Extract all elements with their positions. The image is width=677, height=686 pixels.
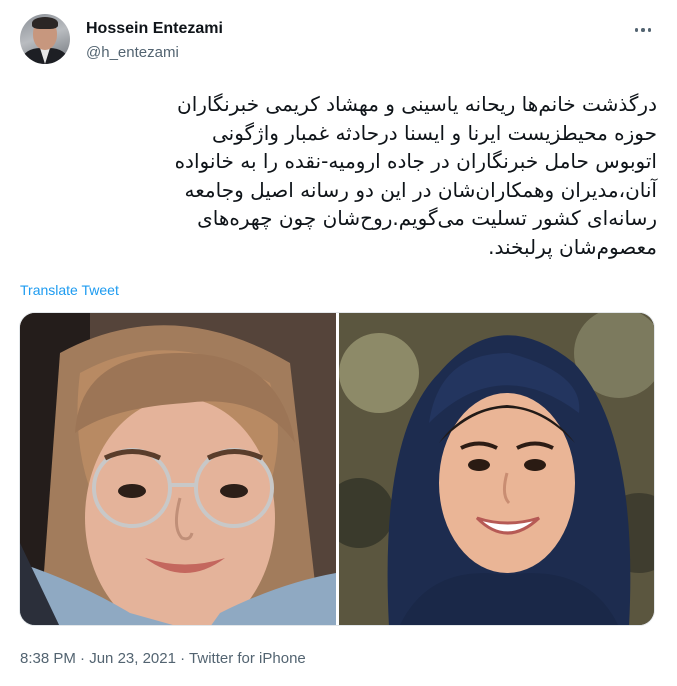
avatar[interactable]: [20, 14, 70, 64]
more-dot: [641, 28, 645, 32]
tweet-time[interactable]: 8:38 PM: [20, 650, 76, 667]
tweet-text: درگذشت خانم‌ها ریحانه یاسینی و مهشاد کری…: [20, 90, 657, 261]
tweet-date[interactable]: Jun 23, 2021: [89, 650, 176, 667]
tweet-source[interactable]: Twitter for iPhone: [189, 650, 306, 667]
tweet-text-line: حوزه محیطزیست ایرنا و ایسنا درحادثه غمبا…: [211, 120, 657, 145]
author-name[interactable]: Hossein Entezami: [86, 20, 223, 38]
separator-dot: ·: [75, 650, 90, 667]
tweet-text-line: درگذشت خانم‌ها ریحانه یاسینی و مهشاد کری…: [177, 92, 657, 116]
photo-right[interactable]: [339, 313, 654, 625]
portrait-right-illustration: [339, 313, 654, 625]
author-handle[interactable]: @h_entezami: [86, 44, 179, 61]
more-dot: [647, 28, 652, 32]
tweet: Hossein Entezami @h_entezami درگذشت خانم…: [0, 0, 677, 686]
portrait-left-illustration: [20, 313, 336, 625]
tweet-text-line: آنان،مدیران وهمکاران‌شان در این دو رسانه…: [184, 177, 657, 202]
translate-tweet-link[interactable]: Translate Tweet: [20, 282, 119, 298]
separator-dot: ·: [175, 650, 190, 667]
tweet-text-line: اتوبوس حامل خبرنگاران در جاده ارومیه-نقد…: [174, 149, 657, 173]
tweet-meta: 8:38 PM · Jun 23, 2021 · Twitter for iPh…: [20, 650, 306, 667]
more-options-icon[interactable]: [631, 20, 655, 40]
tweet-text-line: معصوم‌شان پرلبخند.: [488, 234, 657, 259]
avatar-hair: [32, 17, 58, 29]
tweet-text-line: رسانه‌ای کشور تسلیت می‌گویم.روح‌شان چون …: [197, 206, 657, 230]
photo-left[interactable]: [20, 313, 336, 625]
tweet-media: [19, 312, 655, 626]
more-dot: [634, 28, 639, 32]
